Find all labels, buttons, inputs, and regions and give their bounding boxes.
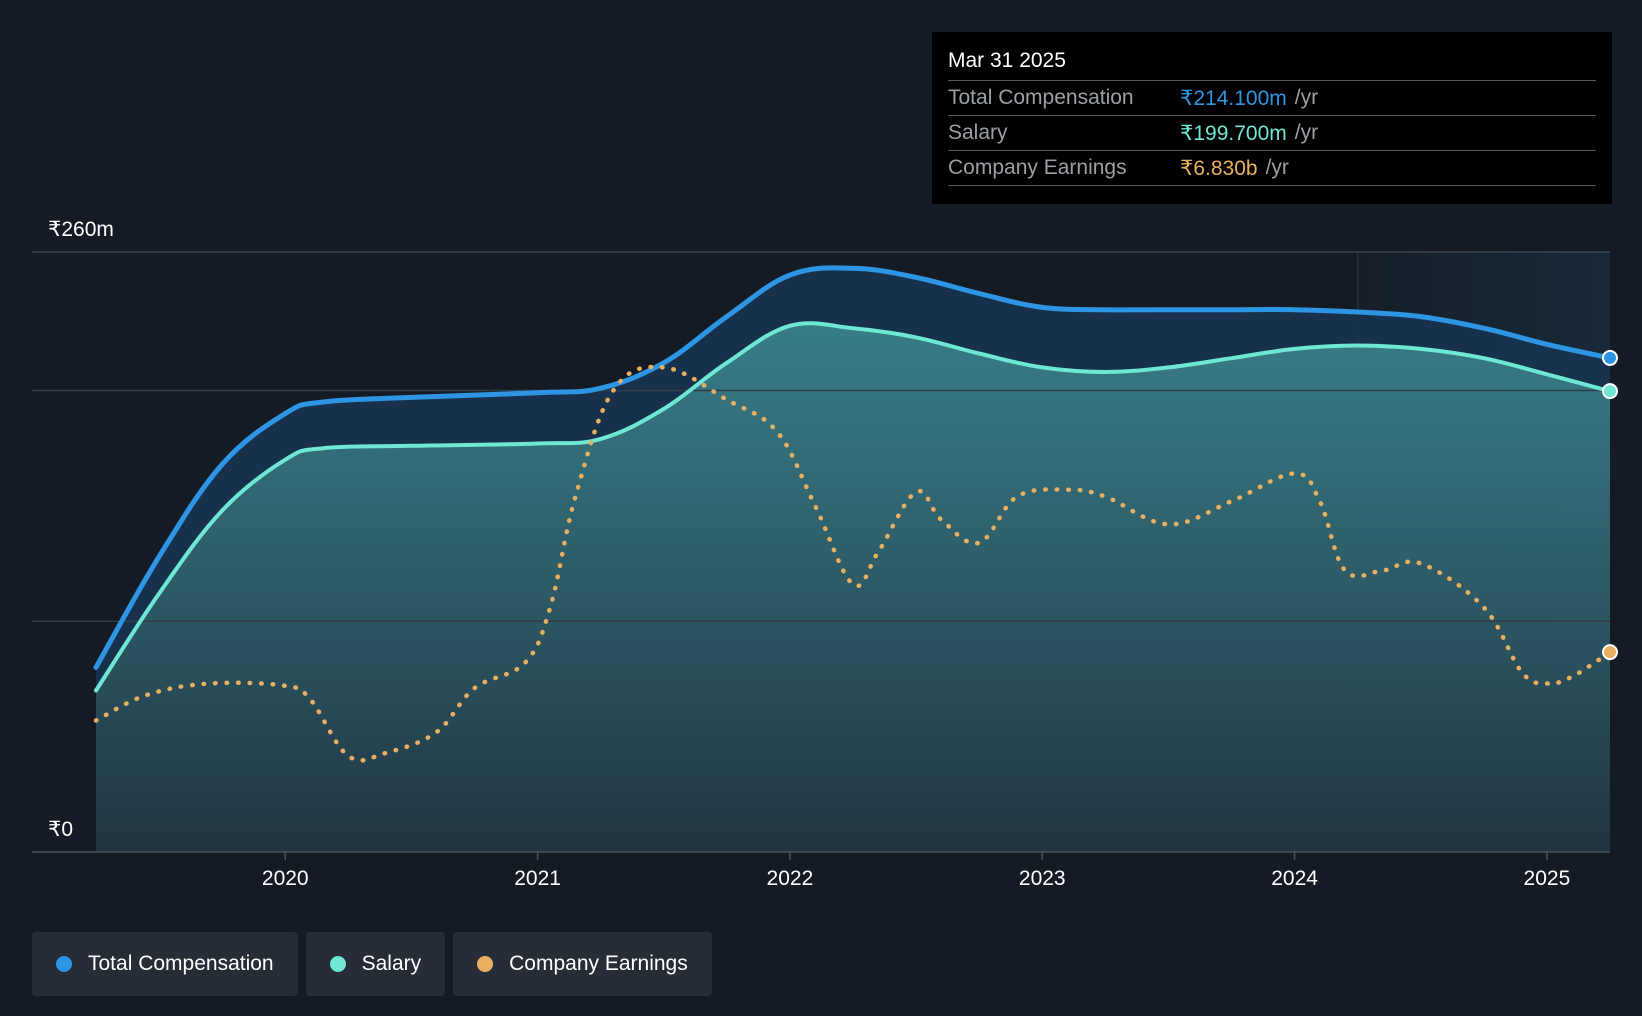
legend-dot-icon — [477, 956, 494, 972]
tooltip-label: Company Earnings — [948, 156, 1127, 179]
salary-end-marker — [1602, 383, 1618, 400]
legend-label: Total Compensation — [88, 952, 274, 975]
x-tick-label: 2021 — [514, 867, 561, 890]
y-axis-label-min: ₹0 — [48, 818, 73, 841]
tooltip-unit: /yr — [1265, 156, 1289, 179]
legend-item-salary[interactable]: Salary — [305, 932, 446, 996]
legend-label: Company Earnings — [509, 952, 688, 975]
x-tick-label: 2024 — [1271, 867, 1318, 890]
tooltip-label: Salary — [948, 121, 1008, 144]
x-tick-label: 2023 — [1019, 867, 1066, 890]
legend-item-company-earnings[interactable]: Company Earnings — [453, 932, 712, 996]
tooltip-label: Total Compensation — [948, 86, 1134, 109]
tooltip: Mar 31 2025 Total Compensation ₹214.100m… — [932, 32, 1612, 204]
y-axis-label-max: ₹260m — [48, 218, 114, 241]
tooltip-row-total-compensation: Total Compensation ₹214.100m /yr — [948, 81, 1596, 116]
x-tick-label: 2020 — [262, 867, 309, 890]
tooltip-date: Mar 31 2025 — [948, 46, 1596, 81]
tooltip-unit: /yr — [1294, 121, 1319, 144]
x-tick-label: 2022 — [767, 867, 814, 890]
chart-root: ₹260m ₹0 2020 2021 2022 2023 2024 2025 Mar 31… — [0, 0, 1642, 1016]
tooltip-unit: /yr — [1294, 86, 1319, 109]
legend-dot-icon — [56, 956, 72, 972]
tooltip-row-salary: Salary ₹199.700m /yr — [948, 116, 1596, 151]
legend-label: Salary — [361, 952, 422, 975]
tooltip-row-company-earnings: Company Earnings ₹6.830b /yr — [948, 151, 1596, 186]
x-tick-label: 2025 — [1524, 867, 1571, 890]
tooltip-value: ₹199.700m — [1180, 121, 1287, 145]
legend: Total Compensation Salary Company Earnin… — [32, 932, 712, 996]
tooltip-value: ₹6.830b — [1180, 156, 1258, 180]
legend-dot-icon — [329, 956, 346, 972]
total-compensation-end-marker — [1602, 349, 1618, 366]
area-layer — [96, 267, 1610, 853]
x-axis-ticks: 2020 2021 2022 2023 2024 2025 — [262, 852, 1570, 890]
legend-item-total-compensation[interactable]: Total Compensation — [32, 932, 298, 996]
company-earnings-end-marker — [1602, 644, 1618, 661]
tooltip-value: ₹214.100m — [1180, 86, 1287, 110]
